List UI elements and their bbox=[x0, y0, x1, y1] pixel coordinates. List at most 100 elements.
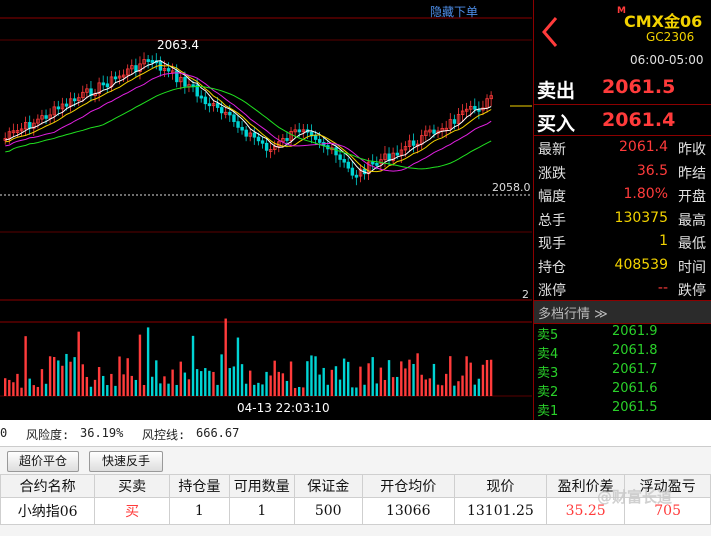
volume-bar bbox=[40, 369, 44, 396]
symbol-code: GC2306 bbox=[646, 30, 695, 44]
depth-row[interactable]: 卖3 2061.7 bbox=[534, 361, 711, 381]
candle-body bbox=[256, 136, 261, 142]
column-header[interactable]: 现价 bbox=[453, 474, 548, 498]
quick-reverse-button[interactable]: 快速反手 bbox=[89, 451, 163, 472]
candle-body bbox=[134, 65, 138, 72]
status-left-value: 0 bbox=[0, 426, 8, 440]
candle-body bbox=[215, 103, 220, 108]
candle-body bbox=[264, 142, 269, 151]
quote-row-label: 现手 bbox=[538, 236, 566, 252]
volume-bar bbox=[391, 377, 395, 396]
candle-body bbox=[432, 129, 436, 134]
volume-bar bbox=[408, 359, 411, 396]
volume-bar bbox=[167, 383, 170, 396]
volume-bar bbox=[73, 357, 76, 396]
volume-bar bbox=[306, 361, 309, 396]
volume-bar bbox=[420, 374, 423, 396]
trading-session: 06:00-05:00 bbox=[630, 53, 704, 67]
table-cell: 13101.25 bbox=[453, 497, 548, 525]
volume-bar bbox=[232, 366, 236, 396]
table-cell: 13066 bbox=[361, 497, 455, 525]
kline-chart bbox=[0, 17, 532, 397]
volume-bar bbox=[359, 366, 362, 396]
column-header[interactable]: 持仓量 bbox=[168, 474, 230, 498]
volume-bar bbox=[122, 374, 125, 396]
quote-row-label: 持仓 bbox=[538, 259, 566, 276]
depth-title: 多档行情 ≫ bbox=[538, 307, 608, 322]
volume-bar bbox=[261, 384, 264, 396]
volume-bar bbox=[485, 360, 489, 396]
depth-list: 卖5 2061.9 卖4 2061.8 卖3 2061.7 卖2 2061.6 卖1 2061.5 bbox=[534, 323, 711, 419]
buy-row[interactable]: 买入 2061.4 bbox=[534, 104, 711, 135]
volume-bar bbox=[138, 334, 142, 396]
close-over-price-button[interactable]: 超价平仓 bbox=[7, 451, 79, 472]
volume-bar bbox=[351, 387, 354, 396]
quote-row-label: 最新 bbox=[538, 142, 566, 158]
candle-body bbox=[199, 95, 203, 99]
candle-body bbox=[318, 139, 322, 143]
risk-value: 36.19% bbox=[80, 426, 124, 440]
table-cell: 小纳指06 bbox=[0, 497, 96, 525]
volume-bar bbox=[424, 379, 427, 396]
sell-label: 卖出 bbox=[537, 80, 576, 102]
volume-bar bbox=[93, 379, 97, 396]
depth-row[interactable]: 卖2 2061.6 bbox=[534, 380, 711, 400]
volume-bar bbox=[204, 368, 207, 396]
volume-bar bbox=[69, 361, 72, 396]
depth-level: 卖5 bbox=[537, 328, 559, 343]
volume-bar bbox=[114, 385, 117, 396]
quote-row: 最新 2061.4 昨收 bbox=[534, 136, 711, 159]
volume-bar bbox=[253, 384, 256, 396]
column-header[interactable]: 买卖 bbox=[94, 474, 170, 498]
control-label: 风控线: bbox=[142, 428, 186, 442]
candle-body bbox=[342, 159, 346, 163]
volume-bar bbox=[126, 358, 129, 396]
volume-bar bbox=[269, 375, 272, 396]
quote-row: 幅度 1.80% 开盘 bbox=[534, 183, 711, 206]
volume-bar bbox=[57, 360, 60, 396]
volume-bar bbox=[367, 363, 370, 396]
quote-row: 现手 1 最低 bbox=[534, 230, 711, 253]
volume-bar bbox=[85, 376, 89, 396]
buy-label: 买入 bbox=[537, 113, 576, 135]
depth-row[interactable]: 卖5 2061.9 bbox=[534, 323, 711, 343]
depth-row[interactable]: 卖4 2061.8 bbox=[534, 342, 711, 362]
candle-body bbox=[203, 96, 208, 105]
candle-body bbox=[244, 129, 248, 137]
volume-bar bbox=[134, 379, 138, 396]
candle-body bbox=[236, 121, 240, 128]
quote-row-label: 总手 bbox=[538, 212, 566, 229]
candle-body bbox=[350, 167, 355, 176]
volume-bar bbox=[387, 360, 391, 396]
back-chevron-icon[interactable] bbox=[538, 12, 562, 52]
candle-body bbox=[260, 140, 265, 144]
candle-body bbox=[240, 126, 244, 131]
volume-bar bbox=[473, 384, 476, 396]
hide-order-link[interactable]: 隐藏下单 bbox=[430, 3, 478, 20]
ma-line-2 bbox=[5, 64, 492, 173]
column-header[interactable]: 可用数量 bbox=[228, 474, 295, 498]
quote-row-value: 1.80% bbox=[623, 186, 668, 202]
symbol-name: CMX金06 bbox=[624, 12, 703, 31]
sell-row[interactable]: 卖出 2061.5 bbox=[534, 72, 711, 102]
quote-row-label-2: 最高 bbox=[678, 212, 706, 229]
kline-chart-area[interactable]: 隐藏下单 2063.4 2058.0 2 04-13 22:03:10 bbox=[0, 0, 532, 420]
volume-bar bbox=[151, 376, 154, 396]
column-header[interactable]: 合约名称 bbox=[0, 474, 96, 498]
volume-bar bbox=[273, 360, 276, 396]
volume-bar bbox=[489, 359, 493, 396]
volume-bar bbox=[432, 363, 436, 396]
volume-bar bbox=[334, 366, 338, 396]
column-header[interactable]: 保证金 bbox=[293, 474, 363, 498]
quote-row-value: 1 bbox=[659, 233, 668, 249]
candle-body bbox=[346, 161, 350, 169]
volume-bar bbox=[97, 367, 101, 396]
quote-row: 持仓 408539 时间 bbox=[534, 254, 711, 277]
candle-body bbox=[166, 68, 171, 72]
depth-row[interactable]: 卖1 2061.5 bbox=[534, 399, 711, 419]
volume-bar bbox=[310, 355, 313, 396]
candle-body bbox=[232, 114, 236, 123]
depth-header[interactable]: 多档行情 ≫ bbox=[534, 300, 711, 324]
column-header[interactable]: 开仓均价 bbox=[361, 474, 455, 498]
volume-bar bbox=[445, 373, 448, 396]
